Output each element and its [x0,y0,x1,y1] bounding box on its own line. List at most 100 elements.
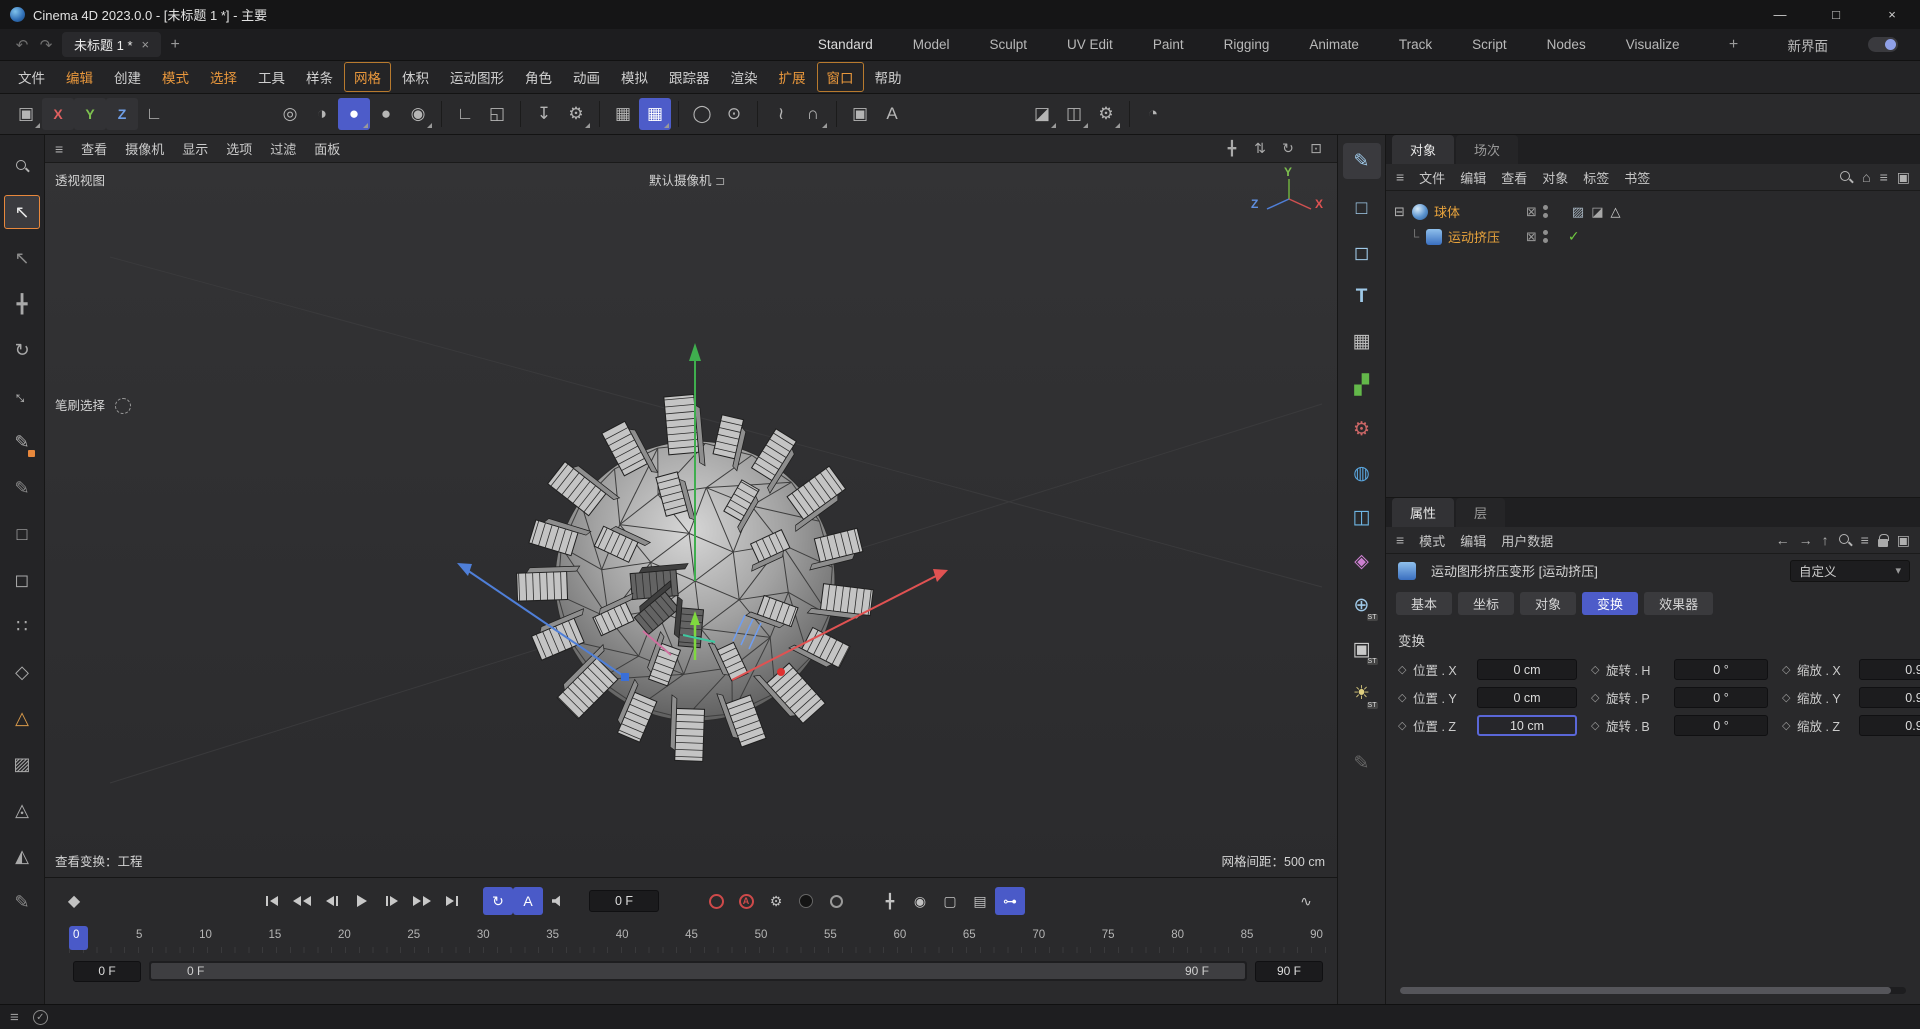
menu-character[interactable]: 角色 [515,62,562,92]
prev-frame-button[interactable] [317,887,347,915]
scale-tool-icon[interactable]: ↔ [4,373,40,419]
tab-attributes[interactable]: 属性 [1392,498,1455,527]
simulation-tag-icon[interactable]: ▨ [1572,204,1584,220]
brush-tool-icon[interactable]: ✎ [1343,741,1381,785]
add-layout-button[interactable]: + [1720,36,1748,54]
position-y-input[interactable]: 0 cm [1477,687,1577,708]
menu-tools[interactable]: 工具 [248,62,295,92]
vp-menu-camera[interactable]: 摄像机 [125,139,164,158]
grid-snap-active-icon[interactable]: ▦ [639,98,671,130]
key-dot-icon[interactable]: ◇ [1398,663,1413,676]
grid-icon[interactable]: ▦ [607,98,639,130]
layer-toggle-icon[interactable]: ⊠ [1526,204,1537,220]
next-key-button[interactable] [407,887,437,915]
vp-menu-display[interactable]: 显示 [182,139,208,158]
tab-effectors[interactable]: 效果器 [1644,592,1714,615]
loop-mode-button[interactable]: ↻ [483,887,513,915]
object-name[interactable]: 球体 [1434,202,1460,221]
menu-mode[interactable]: 模式 [152,62,199,92]
vp-menu-panel[interactable]: 面板 [314,139,340,158]
preview-range-bar[interactable]: 0 F 90 F [151,963,1245,979]
menu-simulate[interactable]: 模拟 [611,62,658,92]
effector-icon[interactable]: ⚙ [1343,407,1381,451]
lattice-icon[interactable]: ▦ [1343,319,1381,363]
menu-tracker[interactable]: 跟踪器 [659,62,720,92]
om-menu-file[interactable]: 文件 [1419,168,1445,187]
viewport[interactable]: 透视视图 默认摄像机 ⊐ 笔刷选择 Y Z X 查看变换：工程 网格间距：500… [45,163,1337,877]
om-menu-tags[interactable]: 标签 [1583,168,1609,187]
menu-render[interactable]: 渲染 [721,62,768,92]
edge-mode-icon[interactable]: ◇ [4,649,40,695]
am-up-icon[interactable]: ↑ [1822,532,1829,548]
spline-pen-icon[interactable]: ✎ [1342,143,1381,179]
object-mode-icon[interactable]: ◻ [4,557,40,603]
phong-tag-icon[interactable]: △ [1611,204,1621,220]
layout-sculpt[interactable]: Sculpt [990,37,1028,52]
menu-edit[interactable]: 编辑 [56,62,103,92]
model-mode-icon[interactable]: □ [4,511,40,557]
key-dot-icon[interactable]: ◇ [1591,663,1606,676]
coordinate-system-icon[interactable]: ∟ [138,98,170,130]
record-objects-icon[interactable] [791,887,821,915]
axis-snap-icon[interactable]: ↧ [528,98,560,130]
texture-tag-icon[interactable]: ◪ [1591,204,1603,220]
preview-range-track[interactable]: 0 F 90 F [149,961,1247,981]
frame-selection-tool-icon[interactable]: ↖ [4,235,40,281]
menu-window[interactable]: 窗口 [816,62,864,92]
texture-mode-icon[interactable]: ▨ [4,741,40,787]
layout-rigging[interactable]: Rigging [1224,37,1270,52]
menu-help[interactable]: 帮助 [865,62,912,92]
enable-axis-tool-icon[interactable]: ✎ [4,419,40,465]
sphere-object-icon[interactable] [1412,203,1428,220]
collapse-icon[interactable]: ⊟ [1394,204,1410,220]
polygon-mode-icon[interactable]: △ [4,695,40,741]
rotation-p-input[interactable]: 0 ° [1674,687,1768,708]
goto-end-button[interactable] [437,887,467,915]
ui-theme-toggle[interactable] [1868,37,1898,52]
visibility-dots-icon[interactable] [1542,205,1548,218]
key-parameter-toggle[interactable]: ▤ [965,887,995,915]
play-button[interactable] [347,887,377,915]
layout-visualize[interactable]: Visualize [1626,37,1680,52]
om-menu-view[interactable]: 查看 [1501,168,1527,187]
key-scale-toggle[interactable]: ▢ [935,887,965,915]
modeling-mode-active-icon[interactable]: ● [338,98,370,130]
pan-view-icon[interactable]: ╋ [1221,140,1243,157]
section-title[interactable]: 变换 [1386,620,1920,658]
symmetry-mode-icon[interactable]: ◉ [402,98,434,130]
am-search-icon[interactable] [1838,533,1852,547]
cloner-icon[interactable]: ▞ [1343,363,1381,407]
layer-toggle-icon[interactable]: ⊠ [1526,229,1537,245]
am-menu-userdata[interactable]: 用户数据 [1501,531,1553,550]
move-tool-icon[interactable]: ╋ [4,281,40,327]
motion-extrude-icon[interactable] [1426,228,1442,245]
rotate-tool-icon[interactable]: ↻ [4,327,40,373]
range-end-field[interactable]: 90 F [1255,960,1323,982]
menu-file[interactable]: 文件 [8,62,55,92]
camera-stage-icon[interactable]: ▣ ST [1343,627,1381,671]
view-name-label[interactable]: 透视视图 [55,170,105,189]
autokey-button[interactable]: A [513,887,543,915]
camera-name-label[interactable]: 默认摄像机 ⊐ [649,170,725,189]
cube-primitive-icon[interactable]: ◻ [1343,231,1381,275]
sky-stage-icon[interactable]: ⊕ ST [1343,583,1381,627]
key-dot-icon[interactable]: ◇ [1591,719,1606,732]
key-dot-icon[interactable]: ◇ [1782,719,1797,732]
snap-settings-gear-icon[interactable]: ⚙ [560,98,592,130]
position-x-input[interactable]: 0 cm [1477,659,1577,680]
tweak-mode-icon[interactable]: ◎ [274,98,306,130]
preset-dropdown[interactable]: 自定义 ▾ [1790,559,1910,582]
rotation-b-input[interactable]: 0 ° [1674,715,1768,736]
am-filter-icon[interactable]: ≡ [1861,532,1869,548]
object-row-sphere[interactable]: ⊟ 球体 ⊠ ▨ ◪ △ [1386,199,1920,224]
layout-animate[interactable]: Animate [1309,37,1359,52]
point-mode-icon[interactable]: ∷ [4,603,40,649]
zoom-tool-icon[interactable] [4,143,40,189]
axis-gizmo[interactable]: Y Z X [1251,165,1323,221]
menu-animation[interactable]: 动画 [563,62,610,92]
render-view-button[interactable]: ◪ [1026,98,1058,130]
sound-toggle-icon[interactable] [543,887,573,915]
am-forward-icon[interactable]: → [1799,532,1813,548]
magnet-snap-icon[interactable]: ∩ [797,98,829,130]
vp-menu-view[interactable]: 查看 [81,139,107,158]
